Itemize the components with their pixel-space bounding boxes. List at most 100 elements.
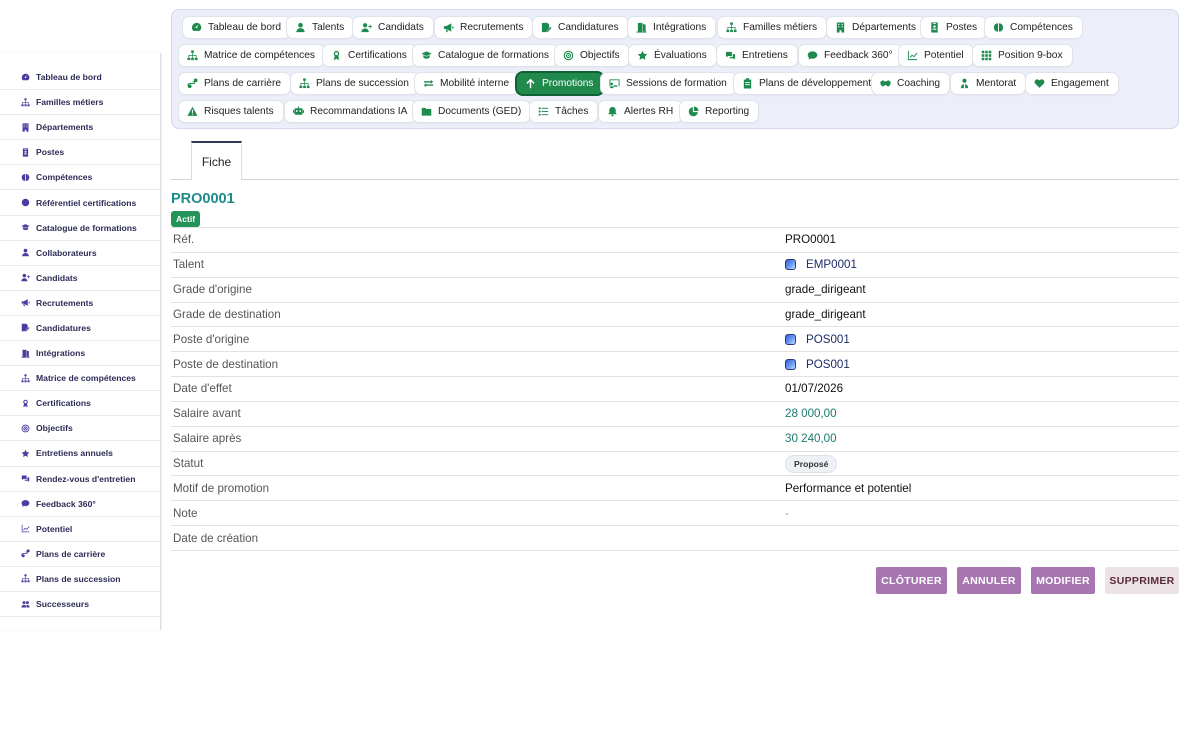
sidebar-item-label: Candidats <box>36 272 78 283</box>
nav-chip-label: Catalogue de formations <box>438 50 549 61</box>
nav-chip-label: Reporting <box>705 106 750 117</box>
sidebar-item[interactable]: Candidats <box>0 266 160 291</box>
sidebar-item[interactable]: Plans de succession <box>0 567 160 592</box>
id-badge-icon <box>20 147 30 157</box>
nav-chip-label: Certifications <box>348 50 407 61</box>
sidebar-item[interactable]: Recrutements <box>0 291 160 316</box>
sidebar-item[interactable]: Entretiens annuels <box>0 441 160 467</box>
sidebar-item[interactable]: Feedback 360° <box>0 492 160 517</box>
nav-chip[interactable]: Candidats <box>352 16 434 39</box>
nav-chip[interactable]: Postes <box>920 16 988 39</box>
nav-chip-label: Position 9-box <box>998 50 1063 61</box>
nav-chip[interactable]: Mentorat <box>950 72 1027 95</box>
field-label: Statut <box>173 457 204 471</box>
nav-chip[interactable]: Recommandations IA <box>284 100 418 123</box>
sidebar-item[interactable]: Tableau de bord <box>0 65 160 91</box>
nav-chip[interactable]: Catalogue de formations <box>412 44 559 67</box>
sidebar-item[interactable]: Référentiel certifications <box>0 190 160 216</box>
nav-chip[interactable]: Compétences <box>984 16 1083 39</box>
nav-chip-label: Talents <box>312 22 345 33</box>
sidebar-item[interactable]: Plans de carrière <box>0 542 160 567</box>
dashboard-icon <box>20 72 30 82</box>
nav-chip[interactable]: Documents (GED) <box>412 100 532 123</box>
nav-chip[interactable]: Potentiel <box>898 44 974 67</box>
target-icon <box>20 423 30 433</box>
nav-chip[interactable]: Risques talents <box>178 100 284 123</box>
annuler-button[interactable]: ANNULER <box>957 567 1021 594</box>
sidebar-item[interactable]: Candidatures <box>0 316 160 342</box>
nav-chip[interactable]: Sessions de formation <box>600 72 737 95</box>
star-icon <box>637 50 648 61</box>
sidebar-item-label: Certifications <box>36 398 91 409</box>
nav-chip[interactable]: Mobilité interne <box>414 72 520 95</box>
nav-chip[interactable]: Tâches <box>529 100 599 123</box>
nav-chip-label: Plans de succession <box>316 78 409 89</box>
sidebar-item-label: Intégrations <box>36 348 86 359</box>
sidebar-item[interactable]: Matrice de compétences <box>0 366 160 392</box>
sidebar-item[interactable]: Successeurs <box>0 592 160 618</box>
sidebar-item-label: Feedback 360° <box>36 498 96 509</box>
cloturer-button[interactable]: CLÔTURER <box>876 567 947 594</box>
sidebar-item[interactable]: Catalogue de formations <box>0 216 160 241</box>
nav-chip[interactable]: Talents <box>286 16 355 39</box>
sidebar-item[interactable]: Départements <box>0 115 160 141</box>
nav-chip[interactable]: Matrice de compétences <box>178 44 325 67</box>
nav-chip-label: Évaluations <box>654 50 707 61</box>
nav-chip[interactable]: Plans de carrière <box>178 72 292 95</box>
nav-chip[interactable]: Évaluations <box>628 44 717 67</box>
nav-chip-label: Postes <box>946 22 978 33</box>
sidebar-item-label: Potentiel <box>36 523 73 534</box>
nav-chip-label: Sessions de formation <box>626 78 727 89</box>
sidebar-item[interactable]: Certifications <box>0 391 160 417</box>
sitemap-icon <box>20 373 30 383</box>
nav-chip-label: Tâches <box>555 106 589 117</box>
nav-chip[interactable]: Plans de développement <box>733 72 882 95</box>
sidebar-item[interactable]: Potentiel <box>0 517 160 542</box>
nav-chip[interactable]: Entretiens <box>716 44 798 67</box>
nav-chip[interactable]: Plans de succession <box>290 72 419 95</box>
nav-chip[interactable]: Départements <box>826 16 926 39</box>
nav-chip[interactable]: Reporting <box>679 100 760 123</box>
sidebar-item[interactable]: Intégrations <box>0 341 160 367</box>
sidebar-item-label: Candidatures <box>36 322 91 333</box>
record-link-text[interactable]: POS001 <box>806 333 850 346</box>
field-row: Réf. PRO0001 <box>171 228 1179 253</box>
sidebar-item[interactable]: Postes <box>0 140 160 166</box>
sidebar-item[interactable]: Objectifs <box>0 416 160 442</box>
tab-fiche[interactable]: Fiche <box>191 141 242 180</box>
field-value[interactable]: EMP0001 <box>785 258 857 271</box>
supprimer-button[interactable]: SUPPRIMER <box>1105 567 1179 594</box>
nav-chip[interactable]: Position 9-box <box>972 44 1073 67</box>
nav-chip[interactable]: Objectifs <box>554 44 630 67</box>
sitemap-icon <box>20 97 30 107</box>
nav-chip[interactable]: Candidatures <box>532 16 629 39</box>
nav-chip[interactable]: Alertes RH <box>598 100 684 123</box>
record-link-text[interactable]: EMP0001 <box>806 258 857 271</box>
sidebar-item[interactable]: Collaborateurs <box>0 241 160 266</box>
sidebar-item-label: Matrice de compétences <box>36 373 136 384</box>
nav-chip[interactable]: Familles métiers <box>717 16 828 39</box>
sidebar-item[interactable]: Compétences <box>0 165 160 191</box>
nav-chip[interactable]: Recrutements <box>434 16 534 39</box>
record-link-text[interactable]: POS001 <box>806 358 850 371</box>
nav-chip[interactable]: Engagement <box>1025 72 1119 95</box>
sidebar-item-label: Référentiel certifications <box>36 197 137 208</box>
field-label: Talent <box>173 258 204 272</box>
nav-chip[interactable]: Promotions <box>516 72 604 95</box>
nav-chip-label: Candidatures <box>558 22 619 33</box>
exchange-icon <box>423 78 434 89</box>
nav-chip[interactable]: Tableau de bord <box>182 16 292 39</box>
sidebar-item[interactable]: Rendez-vous d'entretien <box>0 467 160 492</box>
nav-chip[interactable]: Coaching <box>871 72 951 95</box>
nav-chip[interactable]: Intégrations <box>627 16 717 39</box>
field-value: Performance et potentiel <box>785 481 912 495</box>
field-value[interactable]: POS001 <box>785 358 850 371</box>
field-row: Poste de destination POS001 <box>171 352 1179 378</box>
nav-chip[interactable]: Certifications <box>322 44 417 67</box>
field-value: - <box>785 506 789 520</box>
nav-chip[interactable]: Feedback 360° <box>798 44 903 67</box>
field-value[interactable]: POS001 <box>785 333 850 346</box>
modifier-button[interactable]: MODIFIER <box>1031 567 1095 594</box>
nav-chip-label: Feedback 360° <box>824 50 893 61</box>
sidebar-item[interactable]: Familles métiers <box>0 90 160 116</box>
